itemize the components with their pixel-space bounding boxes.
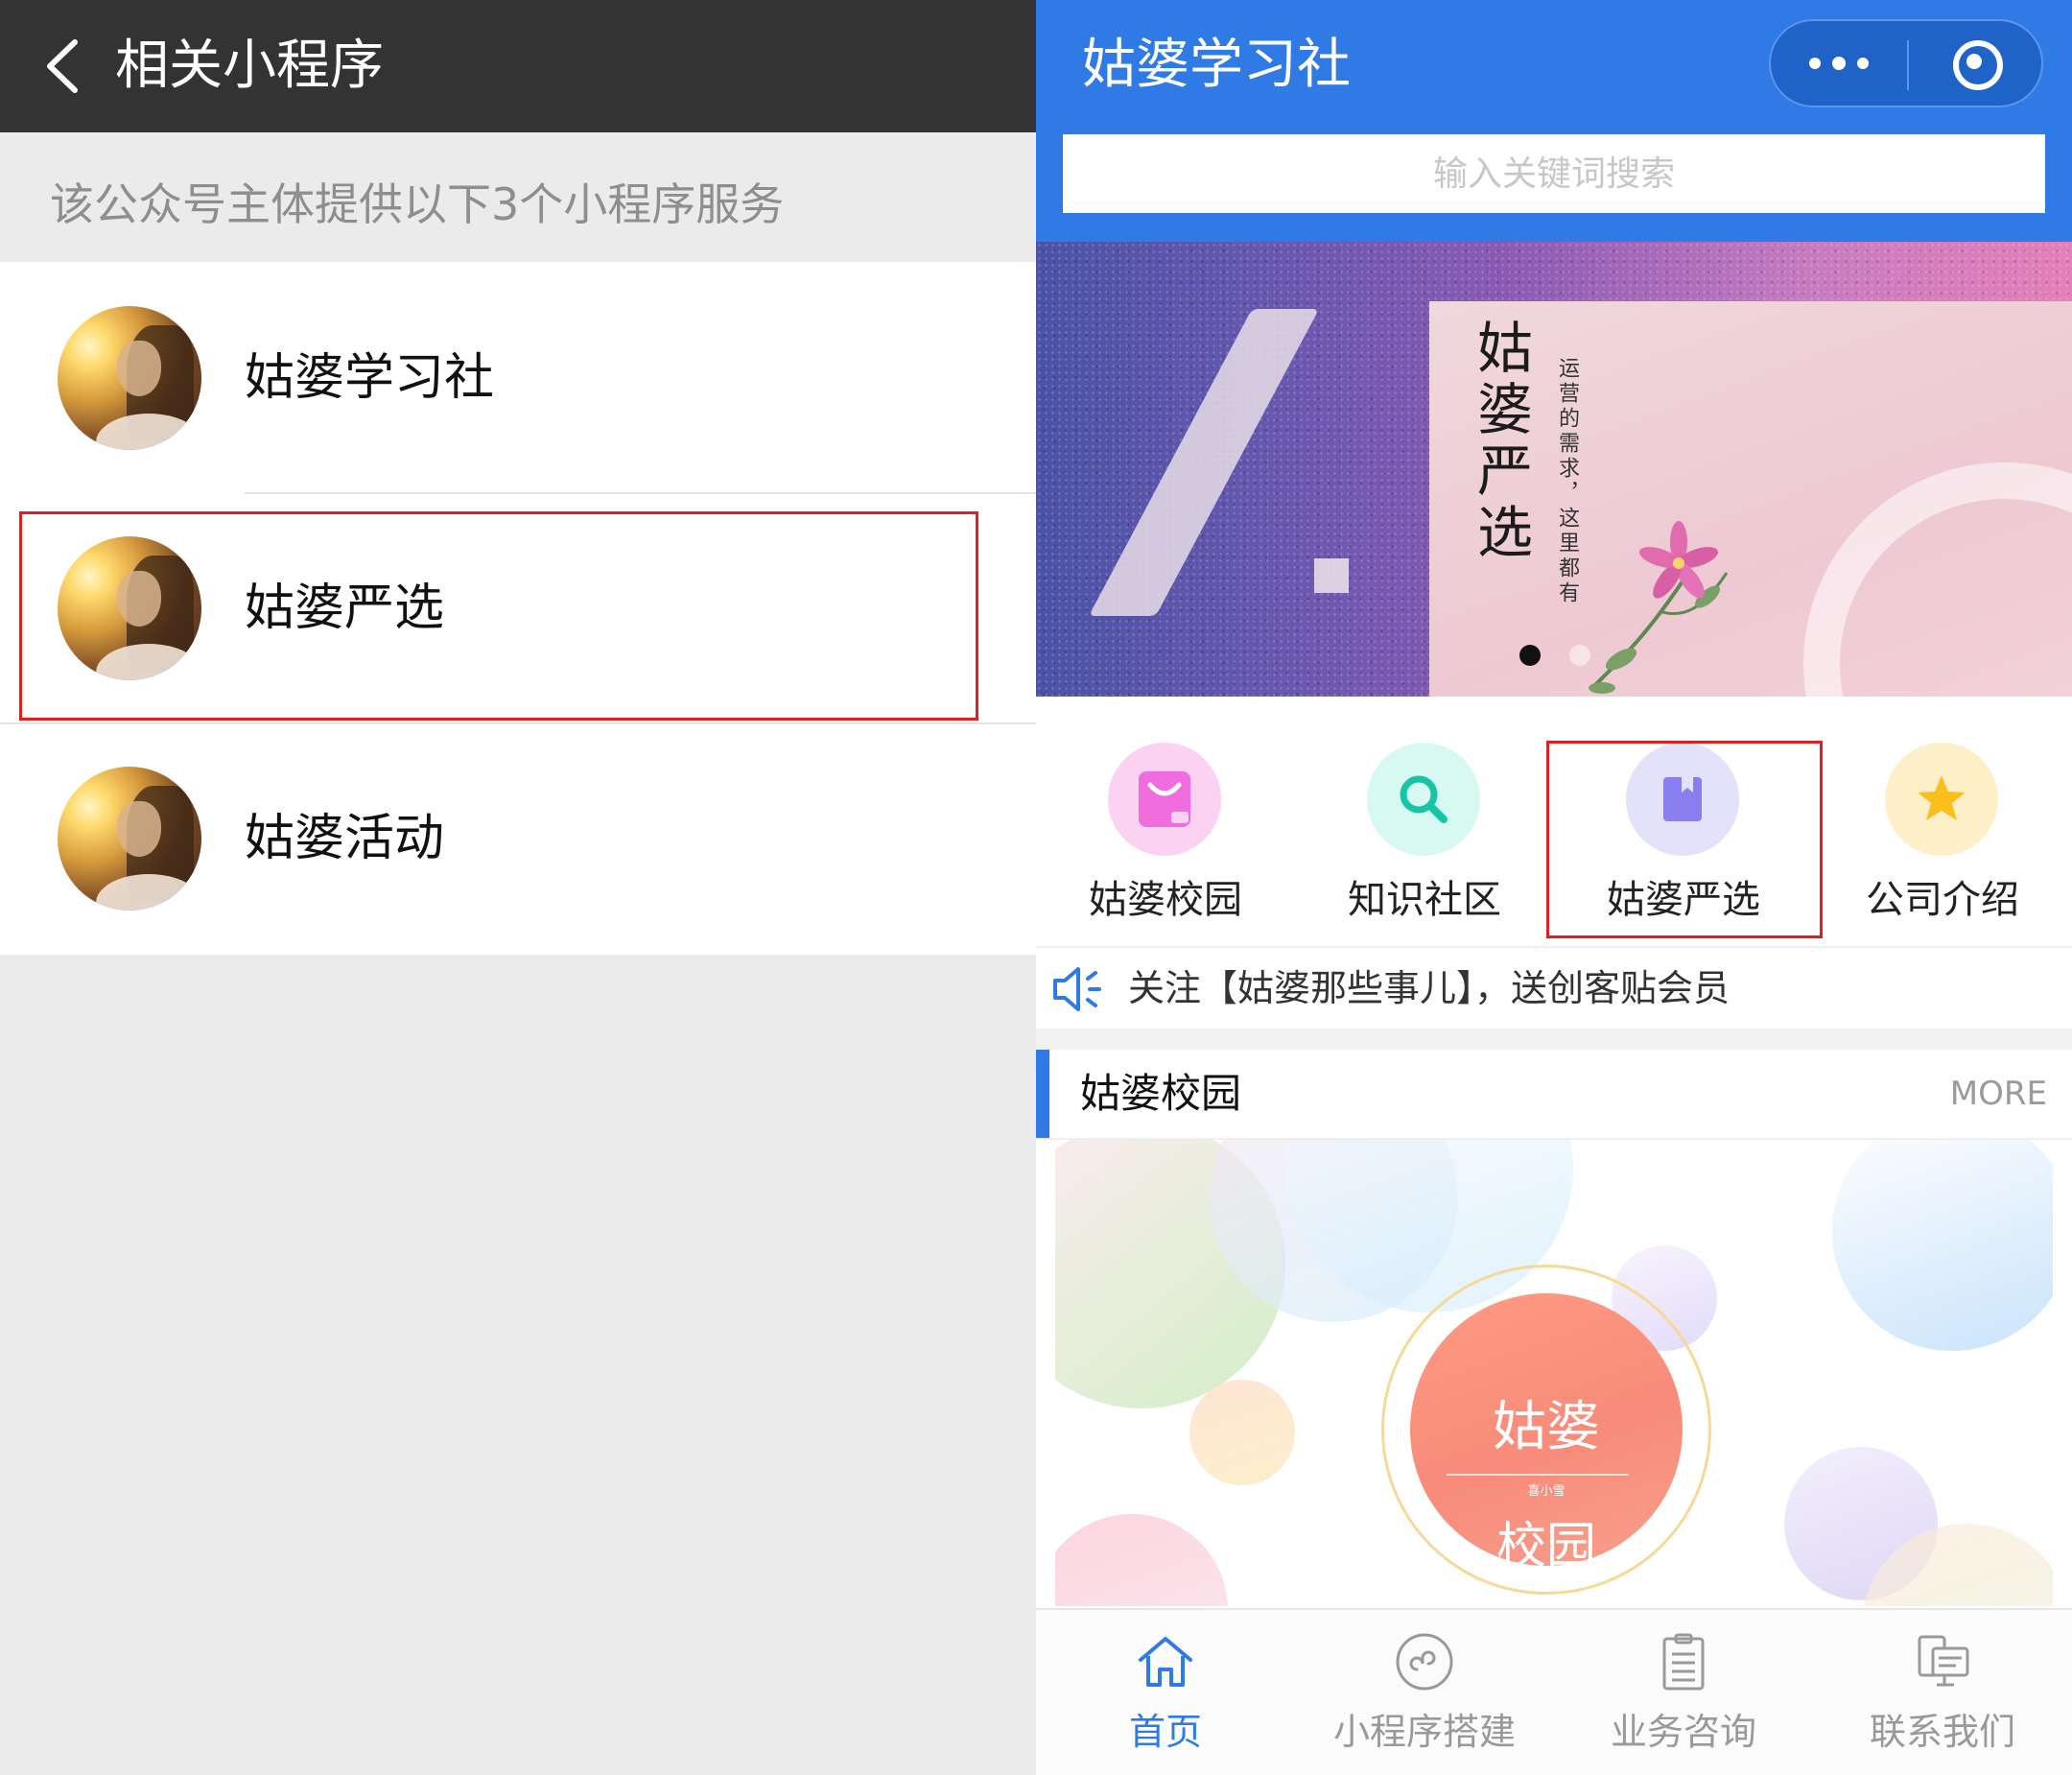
tab-business-consult[interactable]: 业务咨询 <box>1554 1610 1813 1775</box>
notice-bar[interactable]: 关注【姑婆那些事儿】，送创客贴会员 <box>1036 946 2072 1030</box>
banner-carousel[interactable]: 姑婆严选 运营的需求，这里都有 <box>1036 242 2072 697</box>
mini-program-list: 姑婆学习社 姑婆严选 姑婆活动 <box>0 262 1036 955</box>
mini-program-home-screen: 姑婆学习社 姑婆严选 运营的需求，这里都有 <box>1036 0 2072 1775</box>
tab-label: 业务咨询 <box>1610 1711 1756 1753</box>
mini-program-icon <box>1396 1633 1453 1691</box>
emblem-small-text: 喜小雪 <box>1527 1484 1566 1499</box>
close-target-icon[interactable] <box>1909 21 2043 106</box>
mini-programs-count-text: 该公众号主体提供以下3个小程序服务 <box>50 178 785 230</box>
section-gap <box>1036 1029 2072 1050</box>
banner-decoration <box>1314 558 1349 593</box>
page-title: 相关小程序 <box>115 35 384 97</box>
banner-title: 姑婆严选 <box>1468 319 1533 564</box>
carousel-indicator[interactable] <box>1569 645 1590 666</box>
flower-illustration <box>1589 521 1729 694</box>
emblem-text-bottom: 校园 <box>1495 1518 1596 1575</box>
avatar <box>58 767 201 911</box>
avatar <box>58 536 201 680</box>
notice-text: 关注【姑婆那些事儿】，送创客贴会员 <box>1128 967 1731 1009</box>
grid-item-label: 姑婆严选 <box>1607 878 1760 922</box>
tab-label: 首页 <box>1128 1711 1202 1753</box>
section-title: 姑婆校园 <box>1080 1070 1242 1117</box>
section-accent-bar <box>1036 1050 1049 1138</box>
bookmark-book-icon <box>1626 743 1739 856</box>
mini-program-name: 姑婆活动 <box>245 810 445 867</box>
mini-program-name: 姑婆严选 <box>245 580 445 637</box>
back-arrow-icon[interactable] <box>36 35 94 98</box>
more-dots-icon[interactable] <box>1771 21 1907 106</box>
contact-devices-icon <box>1918 1635 1969 1687</box>
grid-item-company[interactable]: 公司介绍 <box>1813 743 2072 935</box>
search-input[interactable] <box>1063 134 2045 213</box>
tab-mini-program-build[interactable]: 小程序搭建 <box>1295 1610 1554 1775</box>
tab-contact-us[interactable]: 联系我们 <box>1813 1610 2072 1775</box>
mini-program-item[interactable]: 姑婆学习社 <box>0 262 1036 492</box>
more-link[interactable]: MORE <box>1950 1069 2047 1119</box>
grid-item-campus[interactable]: 姑婆校园 <box>1036 743 1295 935</box>
grid-item-label: 知识社区 <box>1348 878 1501 922</box>
tab-home[interactable]: 首页 <box>1036 1610 1295 1775</box>
emblem-divider <box>1447 1474 1629 1476</box>
avatar <box>58 306 201 450</box>
section-header: 姑婆校园 MORE <box>1036 1050 2072 1140</box>
tab-label: 小程序搭建 <box>1332 1711 1516 1753</box>
speaker-icon <box>1053 967 1101 1011</box>
shopping-bag-icon <box>1108 743 1221 856</box>
grid-item-selection[interactable]: 姑婆严选 <box>1554 743 1813 935</box>
bottom-tab-bar: 首页 小程序搭建 业务咨询 联系我们 <box>1036 1608 2072 1775</box>
star-icon <box>1885 743 1998 856</box>
capsule-menu <box>1769 19 2043 107</box>
related-mini-programs-screen: 相关小程序 该公众号主体提供以下3个小程序服务 姑婆学习社 姑婆严选 姑婆活动 <box>0 0 1036 1773</box>
mini-program-name: 姑婆学习社 <box>245 349 495 407</box>
carousel-indicator-active[interactable] <box>1519 645 1541 666</box>
grid-item-knowledge[interactable]: 知识社区 <box>1295 743 1554 935</box>
tab-label: 联系我们 <box>1869 1711 2015 1753</box>
grid-item-label: 姑婆校园 <box>1089 878 1242 922</box>
campus-banner-image[interactable]: 姑婆 喜小雪 校园 <box>1055 1140 2053 1606</box>
mini-program-item[interactable]: 姑婆活动 <box>0 722 1036 953</box>
home-icon <box>1139 1637 1192 1687</box>
emblem-text-top: 姑婆 <box>1493 1396 1600 1458</box>
grid-item-label: 公司介绍 <box>1866 878 2019 922</box>
app-title: 姑婆学习社 <box>1082 34 1351 96</box>
mini-program-item[interactable]: 姑婆严选 <box>0 492 1036 722</box>
search-icon <box>1367 743 1480 856</box>
clipboard-list-icon <box>1662 1633 1705 1691</box>
